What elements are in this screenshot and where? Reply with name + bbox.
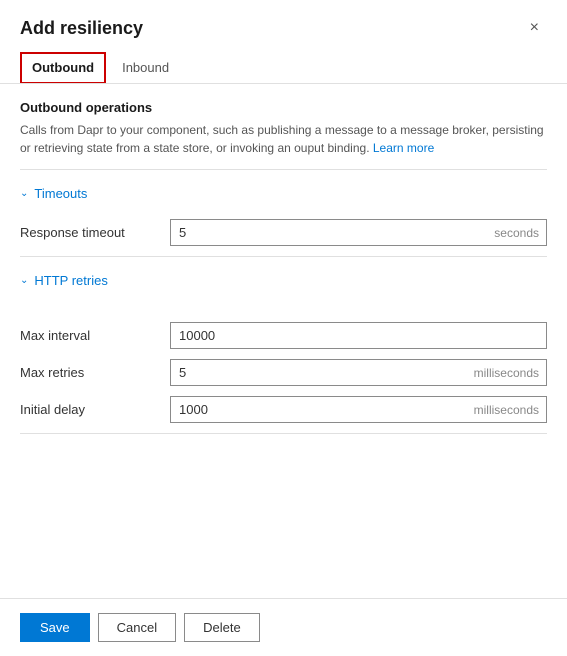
content-area: Outbound operations Calls from Dapr to y… (0, 84, 567, 598)
initial-delay-group: Initial delay milliseconds (20, 396, 547, 423)
learn-more-link[interactable]: Learn more (373, 141, 434, 155)
dialog-header: Add resiliency × (0, 0, 567, 52)
timeouts-label: Timeouts (34, 186, 87, 201)
divider-2 (20, 256, 547, 257)
http-retries-chevron-icon: ⌄ (20, 275, 28, 286)
max-retries-label: Max retries (20, 365, 170, 380)
max-interval-input[interactable] (170, 322, 547, 349)
outbound-section-desc: Calls from Dapr to your component, such … (20, 121, 547, 157)
tab-bar: Outbound Inbound (0, 52, 567, 84)
timeouts-chevron-icon: ⌄ (20, 188, 28, 199)
http-retries-section-header[interactable]: ⌄ HTTP retries (20, 265, 547, 296)
initial-delay-input[interactable] (170, 396, 547, 423)
initial-delay-label: Initial delay (20, 402, 170, 417)
initial-delay-input-wrapper: milliseconds (170, 396, 547, 423)
response-timeout-input[interactable] (170, 219, 547, 246)
close-button[interactable]: × (522, 16, 547, 40)
divider-3 (20, 433, 547, 434)
tab-inbound[interactable]: Inbound (110, 52, 181, 83)
response-timeout-group: Response timeout seconds (20, 219, 547, 246)
max-retries-input-wrapper: milliseconds (170, 359, 547, 386)
divider-1 (20, 169, 547, 170)
max-retries-input[interactable] (170, 359, 547, 386)
max-interval-input-wrapper (170, 322, 547, 349)
max-retries-group: Max retries milliseconds (20, 359, 547, 386)
cancel-button[interactable]: Cancel (98, 613, 176, 642)
desc-text: Calls from Dapr to your component, such … (20, 123, 544, 155)
tab-outbound[interactable]: Outbound (20, 52, 106, 83)
timeouts-section-header[interactable]: ⌄ Timeouts (20, 178, 547, 209)
dialog-title: Add resiliency (20, 18, 143, 39)
outbound-section-title: Outbound operations (20, 100, 547, 115)
dialog: Add resiliency × Outbound Inbound Outbou… (0, 0, 567, 656)
max-interval-group: Max interval (20, 322, 547, 349)
dialog-footer: Save Cancel Delete (0, 598, 567, 656)
http-retries-label: HTTP retries (34, 273, 107, 288)
save-button[interactable]: Save (20, 613, 90, 642)
spacing (20, 296, 547, 312)
response-timeout-label: Response timeout (20, 225, 170, 240)
max-interval-label: Max interval (20, 328, 170, 343)
delete-button[interactable]: Delete (184, 613, 260, 642)
response-timeout-input-wrapper: seconds (170, 219, 547, 246)
